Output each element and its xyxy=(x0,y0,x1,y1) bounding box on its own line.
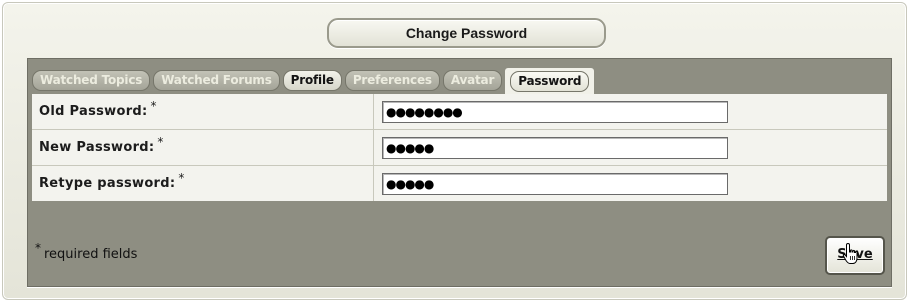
tab-watched-topics[interactable]: Watched Topics xyxy=(32,70,151,91)
settings-panel: Watched Topics Watched Forums Profile Pr… xyxy=(27,58,892,287)
hand-pointer-icon xyxy=(842,242,858,264)
new-password-label: New Password: xyxy=(39,140,155,155)
new-password-field[interactable]: ●●●●● xyxy=(382,136,728,159)
required-star: * xyxy=(150,98,157,113)
old-password-field[interactable]: ●●●●●●●● xyxy=(382,100,728,123)
form-row-new-password: New Password: * ●●●●● xyxy=(32,130,887,166)
active-tab-wrap: Password xyxy=(505,68,595,94)
form-row-old-password: Old Password: * ●●●●●●●● xyxy=(32,94,887,130)
tab-avatar[interactable]: Avatar xyxy=(442,70,503,91)
tab-bar: Watched Topics Watched Forums Profile Pr… xyxy=(32,68,595,94)
required-star: * xyxy=(35,241,41,255)
old-password-label-cell: Old Password: * xyxy=(32,94,374,129)
tab-preferences[interactable]: Preferences xyxy=(344,70,440,91)
retype-password-field[interactable]: ●●●●● xyxy=(382,172,728,195)
required-fields-text: required fields xyxy=(44,247,138,262)
retype-password-label-cell: Retype password: * xyxy=(32,166,374,201)
tab-watched-forums[interactable]: Watched Forums xyxy=(153,70,280,91)
new-password-label-cell: New Password: * xyxy=(32,130,374,165)
retype-password-label: Retype password: xyxy=(39,176,176,191)
required-star: * xyxy=(157,134,164,149)
tab-password[interactable]: Password xyxy=(510,70,590,92)
new-password-input-cell: ●●●●● xyxy=(374,130,887,165)
form-row-retype-password: Retype password: * ●●●●● xyxy=(32,166,887,201)
form-footer: *required fields Save xyxy=(32,231,887,278)
old-password-label: Old Password: xyxy=(39,104,148,119)
required-fields-note: * required fields xyxy=(35,241,138,262)
password-form: Old Password: * ●●●●●●●● New Password: *… xyxy=(32,94,887,201)
retype-password-input-cell: ●●●●● xyxy=(374,166,887,201)
tab-profile[interactable]: Profile xyxy=(282,70,342,91)
old-password-input-cell: ●●●●●●●● xyxy=(374,94,887,129)
change-password-window: Change Password Watched Topics Watched F… xyxy=(2,2,907,300)
required-star: * xyxy=(178,170,185,185)
page-title: Change Password xyxy=(327,18,606,48)
